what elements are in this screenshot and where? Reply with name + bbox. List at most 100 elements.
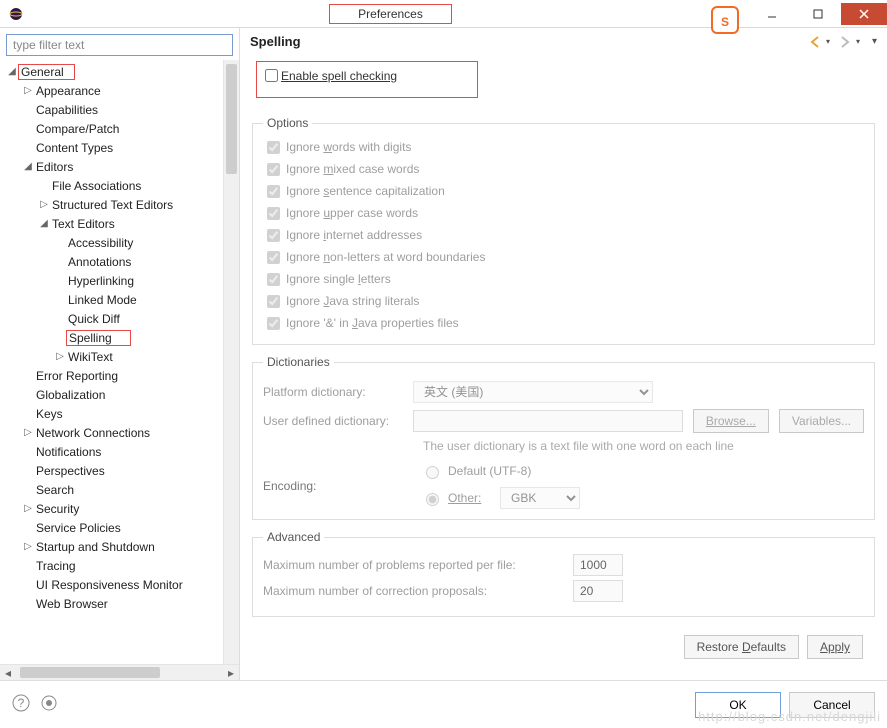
user-dict-hint: The user dictionary is a text file with …: [423, 439, 864, 453]
tree-item-text-editors[interactable]: ◢Text Editors: [0, 214, 239, 233]
collapse-icon[interactable]: ◢: [22, 161, 34, 172]
tree-item-keys[interactable]: Keys: [0, 404, 239, 423]
apply-button[interactable]: Apply: [807, 635, 863, 659]
enable-spellcheck-label: Enable spell checking: [281, 69, 397, 83]
tree-item-capabilities[interactable]: Capabilities: [0, 100, 239, 119]
tree-item-compare-patch[interactable]: Compare/Patch: [0, 119, 239, 138]
sidebar: ◢General ▷Appearance Capabilities Compar…: [0, 28, 240, 680]
tree-item-editors[interactable]: ◢Editors: [0, 157, 239, 176]
max-proposals-input[interactable]: [573, 580, 623, 602]
expand-icon[interactable]: ▷: [22, 541, 34, 552]
expand-icon[interactable]: ▷: [22, 427, 34, 438]
tree-item-web-browser[interactable]: Web Browser: [0, 594, 239, 613]
expand-icon[interactable]: ▷: [54, 351, 66, 362]
opt-single-checkbox[interactable]: [267, 273, 280, 286]
filter-input[interactable]: [6, 34, 233, 56]
tree-item-ui-responsiveness[interactable]: UI Responsiveness Monitor: [0, 575, 239, 594]
back-icon[interactable]: [808, 35, 822, 49]
window-title: Preferences: [32, 4, 749, 24]
platform-dict-select[interactable]: 英文 (美国): [413, 381, 653, 403]
encoding-label: Encoding:: [263, 479, 403, 493]
encoding-other-label: Other:: [448, 491, 481, 505]
browse-button[interactable]: Browse...: [693, 409, 769, 433]
user-dict-input[interactable]: [413, 410, 683, 432]
scroll-left-icon[interactable]: ◂: [0, 666, 16, 680]
opt-inet-checkbox[interactable]: [267, 229, 280, 242]
tree-item-annotations[interactable]: Annotations: [0, 252, 239, 271]
close-button[interactable]: [841, 3, 887, 25]
window-controls: [749, 3, 887, 25]
opt-mixed-label: Ignore mixed case words: [286, 162, 419, 176]
tree-item-notifications[interactable]: Notifications: [0, 442, 239, 461]
user-dict-label: User defined dictionary:: [263, 414, 403, 428]
collapse-icon[interactable]: ◢: [6, 66, 18, 77]
opt-upper-checkbox[interactable]: [267, 207, 280, 220]
max-problems-input[interactable]: [573, 554, 623, 576]
cancel-button[interactable]: Cancel: [789, 692, 875, 718]
opt-sentence-label: Ignore sentence capitalization: [286, 184, 445, 198]
tree-item-service-policies[interactable]: Service Policies: [0, 518, 239, 537]
tree-item-perspectives[interactable]: Perspectives: [0, 461, 239, 480]
tree-item-globalization[interactable]: Globalization: [0, 385, 239, 404]
encoding-other-radio[interactable]: [426, 493, 439, 506]
forward-icon[interactable]: [838, 35, 852, 49]
encoding-default-label: Default (UTF-8): [448, 464, 531, 478]
tree-item-error-reporting[interactable]: Error Reporting: [0, 366, 239, 385]
scroll-right-icon[interactable]: ▸: [223, 666, 239, 680]
scrollbar-thumb[interactable]: [20, 667, 160, 678]
settings-pane: Spelling ▾ ▾ ▾ Enable spell checking Opt…: [240, 28, 887, 680]
tree-item-security[interactable]: ▷Security: [0, 499, 239, 518]
import-export-icon[interactable]: [40, 694, 58, 715]
tree-item-appearance[interactable]: ▷Appearance: [0, 81, 239, 100]
svg-text:?: ?: [18, 696, 25, 710]
opt-mixed-checkbox[interactable]: [267, 163, 280, 176]
tree-item-file-associations[interactable]: File Associations: [0, 176, 239, 195]
tree-item-search[interactable]: Search: [0, 480, 239, 499]
tree-item-network[interactable]: ▷Network Connections: [0, 423, 239, 442]
tree-item-tracing[interactable]: Tracing: [0, 556, 239, 575]
restore-defaults-button[interactable]: Restore Defaults: [684, 635, 799, 659]
forward-menu-icon[interactable]: ▾: [856, 37, 860, 46]
tree-item-accessibility[interactable]: Accessibility: [0, 233, 239, 252]
opt-single-label: Ignore single letters: [286, 272, 391, 286]
tree-item-spelling[interactable]: Spelling: [0, 328, 239, 347]
max-proposals-label: Maximum number of correction proposals:: [263, 584, 563, 598]
tree-item-structured-text[interactable]: ▷Structured Text Editors: [0, 195, 239, 214]
minimize-button[interactable]: [749, 3, 795, 25]
preference-tree[interactable]: ◢General ▷Appearance Capabilities Compar…: [0, 62, 239, 613]
opt-amp-checkbox[interactable]: [267, 317, 280, 330]
opt-sentence-checkbox[interactable]: [267, 185, 280, 198]
tree-item-wikitext[interactable]: ▷WikiText: [0, 347, 239, 366]
maximize-button[interactable]: [795, 3, 841, 25]
opt-java-checkbox[interactable]: [267, 295, 280, 308]
tree-item-hyperlinking[interactable]: Hyperlinking: [0, 271, 239, 290]
advanced-legend: Advanced: [263, 530, 324, 544]
opt-upper-label: Ignore upper case words: [286, 206, 418, 220]
ok-button[interactable]: OK: [695, 692, 781, 718]
back-menu-icon[interactable]: ▾: [826, 37, 830, 46]
opt-amp-label: Ignore '&' in Java properties files: [286, 316, 459, 330]
expand-icon[interactable]: ▷: [22, 503, 34, 514]
opt-nonletters-checkbox[interactable]: [267, 251, 280, 264]
dictionaries-group: Dictionaries Platform dictionary: 英文 (美国…: [252, 355, 875, 520]
tree-item-general[interactable]: ◢General: [0, 62, 239, 81]
encoding-other-select[interactable]: GBK: [500, 487, 580, 509]
enable-spellcheck-checkbox[interactable]: [265, 69, 278, 82]
tree-horizontal-scrollbar[interactable]: ◂ ▸: [0, 664, 239, 680]
scrollbar-thumb[interactable]: [226, 64, 237, 174]
opt-digits-checkbox[interactable]: [267, 141, 280, 154]
expand-icon[interactable]: ▷: [38, 199, 50, 210]
collapse-icon[interactable]: ◢: [38, 218, 50, 229]
expand-icon[interactable]: ▷: [22, 85, 34, 96]
tree-item-quick-diff[interactable]: Quick Diff: [0, 309, 239, 328]
tree-item-startup[interactable]: ▷Startup and Shutdown: [0, 537, 239, 556]
opt-inet-label: Ignore internet addresses: [286, 228, 422, 242]
tree-vertical-scrollbar[interactable]: [223, 60, 239, 664]
variables-button[interactable]: Variables...: [779, 409, 864, 433]
dictionaries-legend: Dictionaries: [263, 355, 334, 369]
help-icon[interactable]: ?: [12, 694, 30, 715]
tree-item-content-types[interactable]: Content Types: [0, 138, 239, 157]
tree-item-linked-mode[interactable]: Linked Mode: [0, 290, 239, 309]
view-menu-icon[interactable]: ▾: [872, 36, 877, 47]
encoding-default-radio[interactable]: [426, 466, 439, 479]
